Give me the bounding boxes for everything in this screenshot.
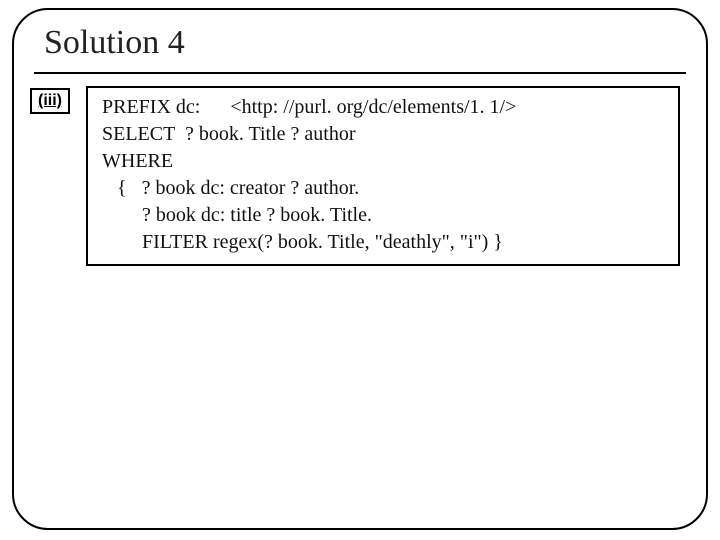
- slide: Solution 4 (iii) PREFIX dc: <http: //pur…: [0, 0, 720, 540]
- code-line: { ? book dc: creator ? author.: [102, 177, 359, 199]
- page-title: Solution 4: [44, 24, 185, 62]
- title-underline: [34, 72, 686, 74]
- code-line: PREFIX dc: <http: //purl. org/dc/element…: [102, 96, 516, 118]
- sparql-code: PREFIX dc: <http: //purl. org/dc/element…: [86, 86, 680, 266]
- code-line: WHERE: [102, 150, 173, 172]
- code-line: SELECT ? book. Title ? author: [102, 123, 356, 145]
- part-label: (iii): [30, 88, 70, 114]
- code-line: FILTER regex(? book. Title, "deathly", "…: [102, 231, 503, 253]
- code-line: ? book dc: title ? book. Title.: [102, 204, 372, 226]
